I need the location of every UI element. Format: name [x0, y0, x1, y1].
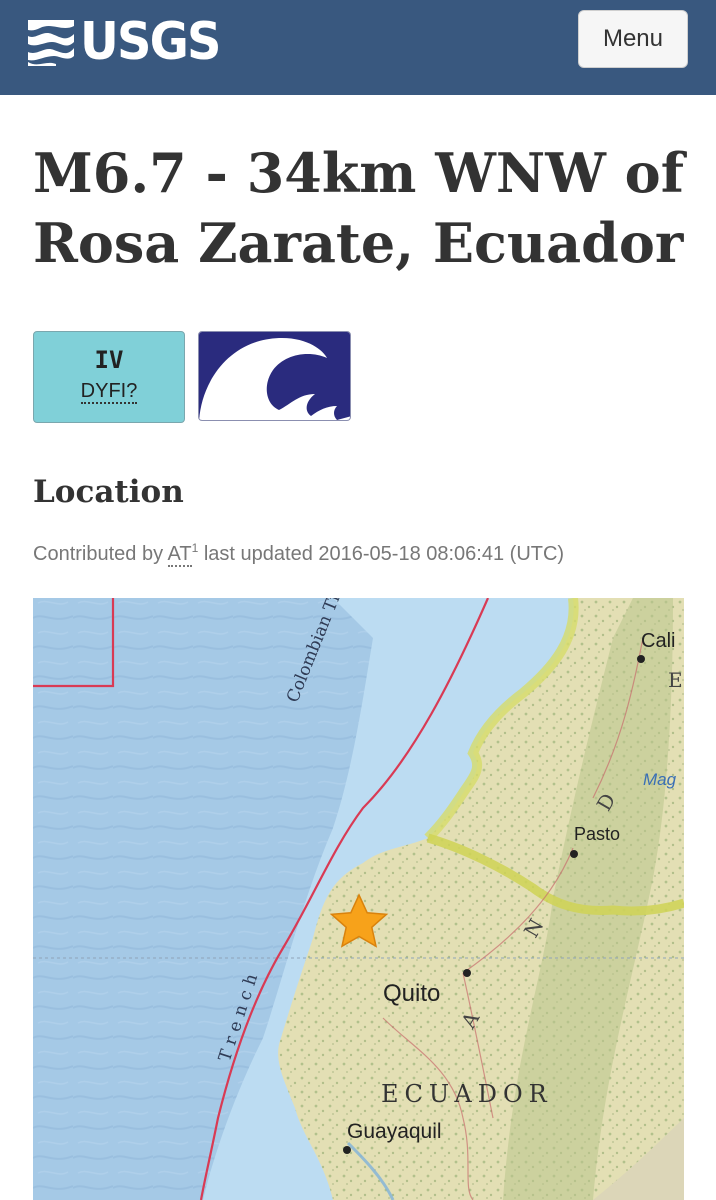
location-map[interactable]: Colombian Trench Trench Cali Pasto Quito…: [33, 598, 684, 1200]
country-label-ecuador: ECUADOR: [381, 1080, 553, 1108]
dyfi-label: DYFI?: [80, 380, 138, 404]
map-canvas: [33, 598, 684, 1200]
river-label-mag: Mag: [643, 770, 677, 789]
contribution-line: Contributed by AT1 last updated 2016-05-…: [33, 534, 564, 568]
city-label-quito: Quito: [383, 980, 441, 1007]
tsunami-badge[interactable]: [198, 331, 351, 421]
city-label-guayaquil: Guayaquil: [347, 1120, 442, 1143]
pasto-dot: [570, 850, 578, 858]
city-label-cali: Cali: [641, 630, 676, 652]
cali-dot: [637, 655, 645, 663]
dyfi-badge[interactable]: IV DYFI?: [33, 331, 185, 423]
usgs-waves-icon: [28, 20, 74, 66]
contributor-footnote: 1: [191, 541, 199, 555]
menu-button[interactable]: Menu: [578, 10, 688, 68]
location-heading: Location: [33, 474, 184, 510]
logo-text: USGS: [80, 12, 222, 72]
contributor-link[interactable]: AT: [167, 543, 192, 567]
dyfi-intensity: IV: [94, 346, 124, 374]
tsunami-wave-icon: [199, 332, 350, 420]
quito-dot: [463, 969, 471, 977]
andes-letter-e: E: [668, 668, 683, 692]
city-label-pasto: Pasto: [574, 824, 621, 844]
usgs-logo[interactable]: USGS: [26, 14, 232, 70]
contrib-prefix: Contributed by: [33, 543, 164, 565]
guayaquil-dot: [343, 1146, 351, 1154]
contrib-suffix: last updated 2016-05-18 08:06:41 (UTC): [203, 543, 565, 565]
site-header: USGS Menu: [0, 0, 716, 95]
page-title: M6.7 - 34km WNW of Rosa Zarate, Ecuador: [33, 141, 684, 275]
